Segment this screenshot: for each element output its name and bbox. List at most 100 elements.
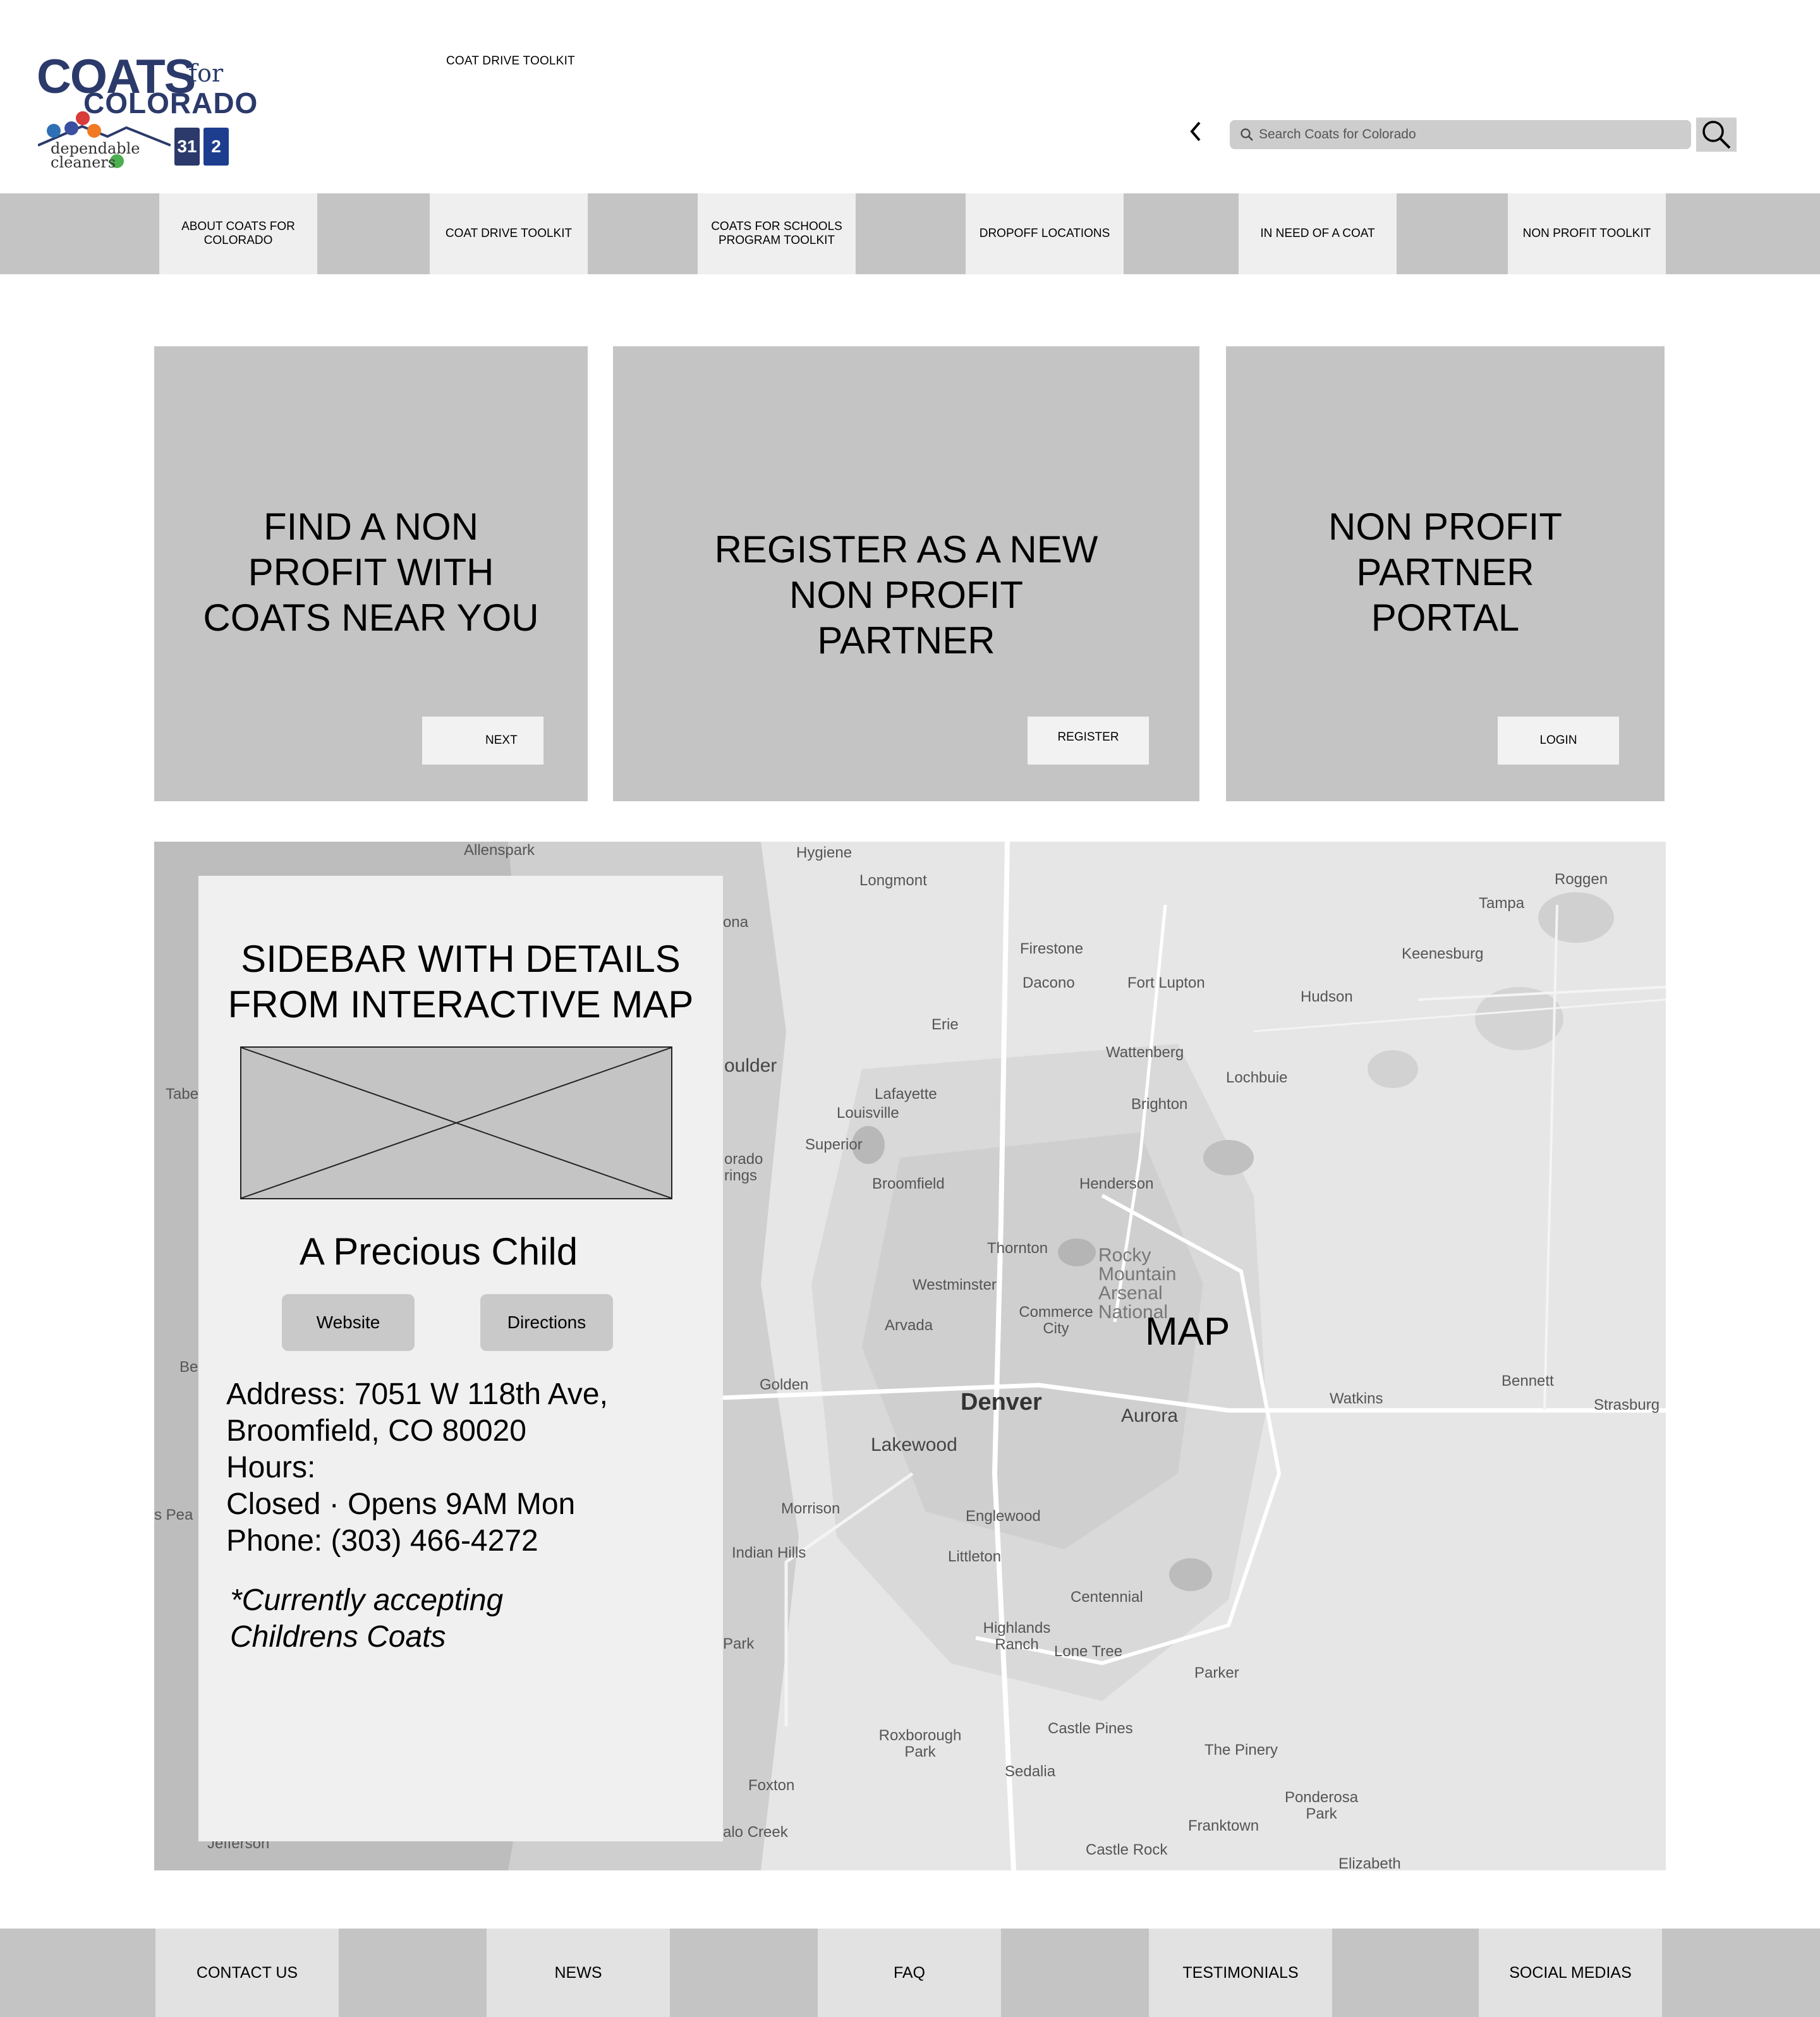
map-place-label: Erie [931, 1016, 959, 1033]
search-input[interactable] [1259, 127, 1670, 142]
next-button[interactable]: NEXT [422, 717, 543, 765]
map-place-label: alo Creek [723, 1824, 788, 1841]
logo-button-dot-icon [87, 124, 101, 138]
website-button[interactable]: Website [282, 1294, 415, 1351]
map-place-label: Littleton [948, 1548, 1002, 1565]
search-icon [1702, 121, 1731, 149]
map-place-label: Be [179, 1359, 198, 1376]
map-place-label: Hudson [1301, 988, 1353, 1005]
map-place-label: Roxborough Park [878, 1727, 962, 1760]
map-place-label: Westminster [913, 1276, 997, 1293]
footer-item-label: NEWS [554, 1963, 602, 1982]
hours-text: Hours: Closed · Opens 9AM Mon [226, 1451, 576, 1521]
map-place-label: The Pinery [1204, 1741, 1278, 1759]
map-place-label: Sedalia [1005, 1763, 1056, 1780]
map-place-label: s Pea [154, 1506, 193, 1523]
card-title: NON PROFIT PARTNER PORTAL [1328, 506, 1562, 639]
button-label: Website [316, 1312, 380, 1332]
map-place-label: Firestone [1020, 940, 1084, 957]
map-place-label: Longmont [859, 872, 927, 889]
page-title: COAT DRIVE TOOLKIT [446, 54, 575, 68]
button-label: NEXT [485, 734, 518, 747]
map-place-label: Highlands Ranch [983, 1620, 1051, 1653]
button-label: REGISTER [1057, 730, 1119, 744]
register-non-profit-card: REGISTER AS A NEW NON PROFIT PARTNER REG… [613, 346, 1199, 801]
footer-item-faq[interactable]: FAQ [818, 1929, 1001, 2017]
footer-item-label: CONTACT US [196, 1963, 298, 1982]
map-place-label: Park [723, 1635, 755, 1652]
find-non-profit-card: FIND A NON PROFIT WITH COATS NEAR YOU NE… [154, 346, 588, 801]
image-placeholder-icon [240, 1046, 672, 1199]
address-text: Address: 7051 W 118th Ave, Broomfield, C… [226, 1378, 608, 1448]
map-place-label: Tampa [1479, 895, 1525, 912]
footer-item-news[interactable]: NEWS [487, 1929, 670, 2017]
card-title: FIND A NON PROFIT WITH COATS NEAR YOU [203, 506, 539, 639]
map-place-label: Elizabeth [1338, 1855, 1401, 1870]
coats-for-colorado-logo[interactable]: COATS for COLORADO dependable cleaners 3… [32, 53, 257, 173]
button-label: LOGIN [1539, 734, 1577, 747]
map-place-label: Castle Pines [1048, 1720, 1133, 1737]
map-place-label: Lone Tree [1054, 1643, 1123, 1660]
search-icon [1241, 128, 1253, 141]
map-place-label: Denver [961, 1389, 1042, 1415]
map-place-label: Lafayette [875, 1086, 937, 1103]
map-place-label: Broomfield [872, 1175, 945, 1192]
card-title: REGISTER AS A NEW NON PROFIT PARTNER [714, 528, 1098, 662]
nav-item-about[interactable]: ABOUT COATS FOR COLORADO [159, 193, 317, 274]
logo-button-dot-icon [64, 121, 78, 135]
nav-item-label: COAT DRIVE TOOLKIT [445, 227, 573, 240]
logo-for-text: for [188, 59, 224, 87]
map-place-label: Dacono [1022, 974, 1075, 991]
fox31-logo-icon: 31 [174, 128, 200, 166]
nav-item-coat-drive-toolkit[interactable]: COAT DRIVE TOOLKIT [430, 193, 588, 274]
footer-item-testimonials[interactable]: TESTIMONIALS [1149, 1929, 1332, 2017]
login-button[interactable]: LOGIN [1498, 717, 1619, 765]
nav-item-label: DROPOFF LOCATIONS [979, 227, 1110, 240]
map-place-label: ona [723, 914, 749, 931]
logo-sponsor-text: dependable cleaners [51, 140, 140, 171]
register-button[interactable]: REGISTER [1028, 717, 1149, 765]
search-button[interactable] [1696, 118, 1737, 152]
map-place-label: Ponderosa Park [1284, 1789, 1359, 1822]
map-details-sidebar: SIDEBAR WITH DETAILS FROM INTERACTIVE MA… [198, 876, 723, 1841]
back-chevron-icon[interactable] [1186, 119, 1206, 144]
directions-button[interactable]: Directions [480, 1294, 613, 1351]
interactive-map[interactable]: Allenspark Hygiene Longmont ona Fireston… [154, 842, 1666, 1870]
map-place-label: Tabe [166, 1086, 199, 1103]
phone-text: Phone: (303) 466-4272 [226, 1524, 538, 1558]
footer-item-label: FAQ [893, 1963, 925, 1982]
sidebar-title: SIDEBAR WITH DETAILS FROM INTERACTIVE MA… [228, 938, 694, 1026]
map-placeholder-label: MAP [1145, 1310, 1230, 1354]
nav-item-coats-for-schools[interactable]: COATS FOR SCHOOLS PROGRAM TOOLKIT [698, 193, 856, 274]
search-bar[interactable] [1230, 120, 1691, 149]
map-place-label: Lochbuie [1226, 1069, 1288, 1086]
organization-name: A Precious Child [299, 1230, 578, 1273]
nav-item-in-need-of-coat[interactable]: IN NEED OF A COAT [1239, 193, 1397, 274]
nav-item-label: ABOUT COATS FOR COLORADO [181, 220, 295, 247]
map-place-label: Thornton [987, 1240, 1048, 1257]
footer-item-contact-us[interactable]: CONTACT US [155, 1929, 339, 2017]
button-label: Directions [507, 1312, 586, 1332]
map-place-label: Watkins [1330, 1390, 1383, 1407]
map-place-label: Lakewood [871, 1434, 957, 1455]
footer-item-label: TESTIMONIALS [1182, 1963, 1299, 1982]
map-place-label: Englewood [966, 1508, 1041, 1525]
map-place-label: Allenspark [464, 842, 535, 859]
map-place-label: Centennial [1071, 1589, 1143, 1606]
nav-item-label: IN NEED OF A COAT [1260, 227, 1375, 240]
map-place-label: Indian Hills [732, 1544, 806, 1561]
footer-item-social-medias[interactable]: SOCIAL MEDIAS [1479, 1929, 1662, 2017]
map-place-label: Parker [1194, 1664, 1239, 1681]
nav-item-non-profit-toolkit[interactable]: NON PROFIT TOOLKIT [1508, 193, 1666, 274]
footer-navigation: CONTACT US NEWS FAQ TESTIMONIALS SOCIAL … [0, 1929, 1820, 2017]
nav-item-label: COATS FOR SCHOOLS PROGRAM TOOLKIT [711, 220, 842, 247]
map-place-label: Aurora [1121, 1405, 1179, 1426]
map-place-label: Henderson [1079, 1175, 1154, 1192]
map-place-label: Brighton [1131, 1096, 1188, 1113]
nav-item-dropoff-locations[interactable]: DROPOFF LOCATIONS [966, 193, 1124, 274]
map-place-label: Strasburg [1594, 1396, 1660, 1414]
partner-portal-card: NON PROFIT PARTNER PORTAL LOGIN [1226, 346, 1665, 801]
footer-item-label: SOCIAL MEDIAS [1509, 1963, 1632, 1982]
map-place-label: oulder [724, 1055, 777, 1076]
map-place-label: Hygiene [796, 844, 852, 861]
